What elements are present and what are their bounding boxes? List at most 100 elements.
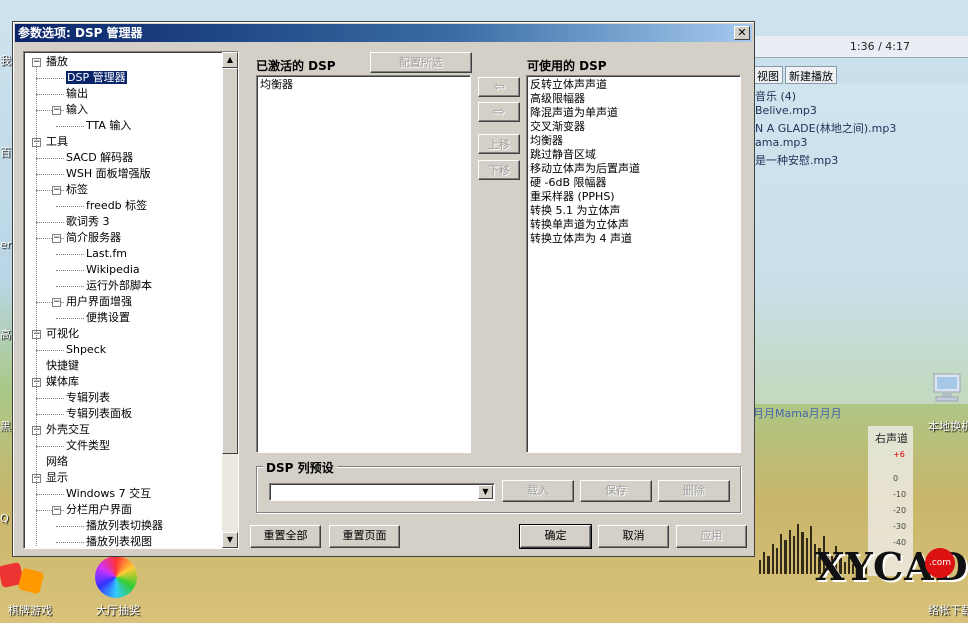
active-dsp-list[interactable]: 均衡器	[256, 75, 471, 453]
tree-item[interactable]: 运行外部脚本	[86, 278, 152, 294]
tree-item[interactable]: Windows 7 交互	[66, 486, 151, 502]
tree-item[interactable]: 简介服务器	[66, 230, 121, 246]
collapse-icon[interactable]: −	[52, 106, 61, 115]
apply-button[interactable]: 应用	[676, 525, 747, 548]
tree-item[interactable]: 网络	[46, 454, 68, 470]
desktop-icon-label: 大厅抽奖	[96, 604, 140, 617]
list-item[interactable]: 转换 5.1 为立体声	[530, 204, 737, 218]
tree-item[interactable]: DSP 管理器	[65, 70, 128, 86]
available-dsp-list[interactable]: 反转立体声声道 高级限幅器 降混声道为单声道 交叉渐变器 均衡器 跳过静音区域 …	[526, 75, 741, 453]
player-library-item[interactable]: ama.mp3	[755, 136, 807, 149]
spectrum-bar	[784, 540, 787, 574]
spectrum-bar	[805, 538, 808, 574]
preferences-tree[interactable]: 播放 − DSP 管理器 输出 输入 − TTA 输入 工具 − SACD 解码器 WSH 面板增强…	[23, 51, 239, 549]
tree-item[interactable]: 媒体库	[46, 374, 79, 390]
save-button[interactable]: 保存	[580, 480, 652, 502]
player-tab-new-playlist[interactable]: 新建播放	[785, 66, 837, 84]
spectrum-bar	[775, 548, 779, 574]
tree-item[interactable]: freedb 标签	[86, 198, 147, 214]
tree-item[interactable]: 专辑列表	[66, 390, 110, 406]
list-item[interactable]: 移动立体声为后置声道	[530, 162, 737, 176]
tree-item-label: Shpeck	[66, 343, 107, 356]
add-arrow-button[interactable]: ⇦	[478, 77, 520, 97]
tree-connector	[56, 318, 84, 319]
tree-item[interactable]: Wikipedia	[86, 262, 140, 278]
list-item[interactable]: 跳过静音区域	[530, 148, 737, 162]
scroll-thumb[interactable]	[222, 68, 238, 454]
list-item[interactable]: 交叉渐变器	[530, 120, 737, 134]
list-item[interactable]: 高级限幅器	[530, 92, 737, 106]
tree-item-label: 分栏用户界面	[66, 503, 132, 516]
list-item[interactable]: 转换单声道为立体声	[530, 218, 737, 232]
tree-scrollbar[interactable]: ▲ ▼	[222, 52, 238, 548]
dialog-titlebar[interactable]: 参数选项: DSP 管理器 ✕	[15, 24, 752, 42]
scroll-down-button[interactable]: ▼	[222, 532, 238, 548]
game-dice-icon[interactable]	[0, 558, 46, 600]
tree-item-label: 网络	[46, 455, 68, 468]
tree-item[interactable]: 便携设置	[86, 310, 130, 326]
tree-item-label: 媒体库	[46, 375, 79, 388]
tree-item[interactable]: 播放列表切换器	[86, 518, 163, 534]
configure-selected-button[interactable]: 配置所选	[370, 52, 472, 73]
player-library-item[interactable]: 音乐 (4)	[755, 88, 796, 104]
tree-item[interactable]: 用户界面增强	[66, 294, 132, 310]
delete-button[interactable]: 删除	[658, 480, 730, 502]
remove-arrow-button[interactable]: ⇨	[478, 102, 520, 122]
list-item[interactable]: 重采样器 (PPHS)	[530, 190, 737, 204]
list-item[interactable]: 转换立体声为 4 声道	[530, 232, 737, 246]
player-tab-view[interactable]: 视图	[753, 66, 783, 84]
tree-item[interactable]: 输出	[66, 86, 88, 102]
player-library-item[interactable]: N A GLADE(林地之间).mp3	[755, 120, 896, 136]
tree-item-label: 文件类型	[66, 439, 110, 452]
spectrum-bar	[809, 526, 813, 574]
desktop-icon-games[interactable]: 棋牌游戏	[0, 602, 60, 618]
tree-item[interactable]: 显示	[46, 470, 68, 486]
tree-item[interactable]: 标签	[66, 182, 88, 198]
close-button[interactable]: ✕	[734, 26, 750, 40]
tree-item[interactable]: 分栏用户界面	[66, 502, 132, 518]
desktop-icon-lottery[interactable]: 大厅抽奖	[88, 602, 148, 618]
tree-item[interactable]: Shpeck	[66, 342, 106, 358]
collapse-icon[interactable]: −	[52, 186, 61, 195]
collapse-icon[interactable]: −	[52, 506, 61, 515]
chevron-down-icon[interactable]: ▼	[478, 485, 493, 499]
tree-connector	[36, 494, 64, 495]
desktop-icon-label[interactable]: 络帐下载	[928, 602, 968, 618]
tree-item[interactable]: 播放	[46, 54, 68, 70]
collapse-icon[interactable]: −	[52, 298, 61, 307]
tree-item-label: 便携设置	[86, 311, 130, 324]
cancel-button[interactable]: 取消	[598, 525, 669, 548]
scroll-up-button[interactable]: ▲	[222, 52, 238, 68]
tree-item[interactable]: 歌词秀 3	[66, 214, 110, 230]
list-item[interactable]: 降混声道为单声道	[530, 106, 737, 120]
collapse-icon[interactable]: −	[52, 234, 61, 243]
tree-item-label: 简介服务器	[66, 231, 121, 244]
player-library-item[interactable]: Belive.mp3	[755, 104, 817, 117]
available-dsp-label: 可使用的 DSP	[527, 59, 607, 73]
tree-item[interactable]: WSH 面板增强版	[66, 166, 151, 182]
tree-item[interactable]: 专辑列表面板	[66, 406, 132, 422]
tree-item[interactable]: Last.fm	[86, 246, 127, 262]
tree-item[interactable]: 快捷键	[46, 358, 79, 374]
list-item[interactable]: 反转立体声声道	[530, 78, 737, 92]
tree-item[interactable]: 工具	[46, 134, 68, 150]
preset-combobox[interactable]: ▼	[269, 483, 495, 501]
tree-item[interactable]: SACD 解码器	[66, 150, 133, 166]
ok-button[interactable]: 确定	[519, 524, 592, 549]
list-item[interactable]: 硬 -6dB 限幅器	[530, 176, 737, 190]
list-item[interactable]: 均衡器	[260, 78, 467, 92]
tree-item[interactable]: TTA 输入	[86, 118, 131, 134]
tree-item[interactable]: 播放列表视图	[86, 534, 152, 548]
list-item[interactable]: 均衡器	[530, 134, 737, 148]
tree-item[interactable]: 外壳交互	[46, 422, 90, 438]
reset-page-button[interactable]: 重置页面	[329, 525, 400, 548]
tree-item[interactable]: 可视化	[46, 326, 79, 342]
lottery-wheel-icon[interactable]	[95, 556, 137, 598]
player-library-item[interactable]: 是一种安慰.mp3	[755, 152, 838, 168]
move-down-button[interactable]: 下移	[478, 160, 520, 180]
tree-item[interactable]: 输入	[66, 102, 88, 118]
reset-all-button[interactable]: 重置全部	[250, 525, 321, 548]
load-button[interactable]: 载入	[502, 480, 574, 502]
move-up-button[interactable]: 上移	[478, 134, 520, 154]
tree-item[interactable]: 文件类型	[66, 438, 110, 454]
